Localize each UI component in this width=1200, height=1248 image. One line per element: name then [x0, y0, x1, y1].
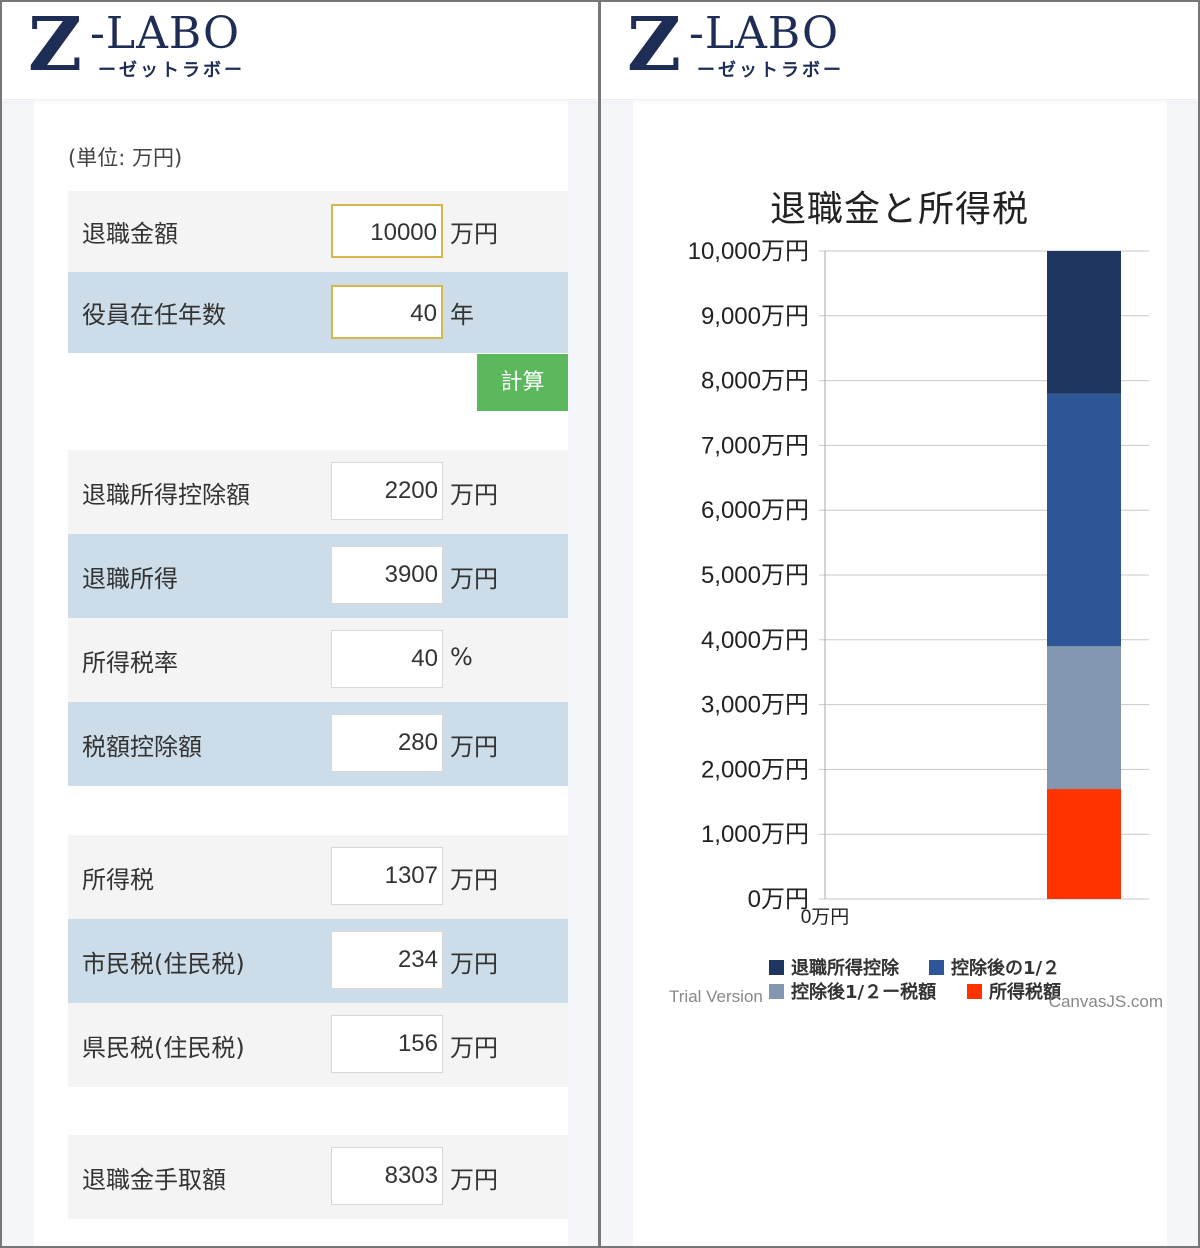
result-value: 156: [331, 1015, 443, 1073]
logo-labo: -LABO: [90, 8, 241, 59]
unit-label: 万円: [450, 481, 498, 509]
stacked-bar-chart: 0万円 1,000万円 2,000万円 3,000万円 4,000万円 5,000万円 6,…: [669, 238, 1163, 1011]
result-row: 所得税率 40 %: [68, 618, 568, 702]
legend-swatch: [967, 984, 982, 999]
unit-label: 年: [450, 301, 474, 329]
chart-pane: Z -LABO ーゼットラボー 退職金と所得税 0万円 1,000万円 2,000万…: [601, 2, 1198, 1246]
y-tick-label: 7,000万円: [701, 432, 809, 459]
result-row: 税額控除額 280 万円: [68, 702, 568, 786]
canvasjs-credit: CanvasJS.com: [1049, 992, 1163, 1011]
input-row-retirement-amount: 退職金額 10000 万円: [68, 191, 568, 272]
result-value: 40: [331, 630, 443, 688]
result-row: 退職所得控除額 2200 万円: [68, 450, 568, 534]
result-label: 税額控除額: [82, 733, 202, 761]
legend-swatch: [929, 960, 944, 975]
unit-label: 万円: [450, 1034, 498, 1062]
unit-label: 万円: [450, 866, 498, 894]
unit-note: (単位: 万円): [68, 146, 183, 170]
y-tick-label: 5,000万円: [701, 562, 809, 589]
bar-segment: [1047, 393, 1121, 647]
net-label: 退職金手取額: [82, 1166, 226, 1194]
result-row: 県民税(住民税) 156 万円: [68, 1003, 568, 1087]
retirement-amount-input[interactable]: 10000: [331, 204, 443, 258]
legend-swatch: [769, 984, 784, 999]
result-label: 退職所得: [82, 565, 178, 593]
net-value: 8303: [331, 1147, 443, 1205]
calculator-pane: Z -LABO ーゼットラボー (単位: 万円) 退職金額 10000 万円 役…: [2, 2, 598, 1246]
y-tick-label: 6,000万円: [701, 497, 809, 524]
input-row-years: 役員在任年数 40 年: [68, 272, 568, 353]
net-row: 退職金手取額 8303 万円: [68, 1135, 568, 1219]
result-row: 所得税 1307 万円: [68, 835, 568, 919]
logo-subtitle: ーゼットラボー: [98, 60, 245, 81]
unit-label: 万円: [450, 950, 498, 978]
y-tick-label: 3,000万円: [701, 692, 809, 719]
legend-label: 控除後の1/２: [951, 957, 1060, 979]
result-label: 所得税率: [82, 649, 178, 677]
bar-segment: [1047, 646, 1121, 790]
result-label: 所得税: [82, 866, 154, 894]
input-label: 役員在任年数: [82, 301, 226, 329]
legend-swatch: [769, 960, 784, 975]
unit-label: 万円: [450, 733, 498, 761]
unit-label: 万円: [450, 1166, 498, 1194]
y-tick-label: 1,000万円: [701, 821, 809, 848]
y-tick-label: 2,000万円: [701, 756, 809, 783]
y-tick-label: 9,000万円: [701, 303, 809, 330]
y-tick-label: 8,000万円: [701, 368, 809, 395]
input-label: 退職金額: [82, 220, 178, 248]
result-row: 退職所得 3900 万円: [68, 534, 568, 618]
site-header: Z -LABO ーゼットラボー: [2, 2, 598, 100]
result-value: 2200: [331, 462, 443, 520]
result-label: 市民税(住民税): [82, 950, 245, 978]
result-value: 280: [331, 714, 443, 772]
years-input[interactable]: 40: [331, 285, 443, 339]
bar-segment: [1047, 251, 1121, 394]
result-label: 退職所得控除額: [82, 481, 250, 509]
y-tick-label: 10,000万円: [688, 238, 809, 265]
unit-label: 万円: [450, 565, 498, 593]
legend-label: 退職所得控除: [791, 957, 900, 979]
result-row: 市民税(住民税) 234 万円: [68, 919, 568, 1003]
unit-label: %: [450, 643, 473, 671]
y-tick-label: 4,000万円: [701, 627, 809, 654]
unit-label: 万円: [450, 220, 498, 248]
trial-version-credit: Trial Version: [669, 987, 763, 1006]
result-value: 234: [331, 931, 443, 989]
result-label: 県民税(住民税): [82, 1034, 245, 1062]
calculate-button[interactable]: 計算: [477, 354, 568, 411]
result-value: 3900: [331, 546, 443, 604]
bar-segment: [1047, 789, 1121, 899]
legend-label: 控除後1/２ー税額: [791, 981, 936, 1003]
logo-z: Z: [28, 2, 82, 88]
z-labo-logo[interactable]: Z -LABO ーゼットラボー: [28, 8, 268, 88]
result-value: 1307: [331, 847, 443, 905]
x-tick-label: 0万円: [801, 907, 850, 928]
